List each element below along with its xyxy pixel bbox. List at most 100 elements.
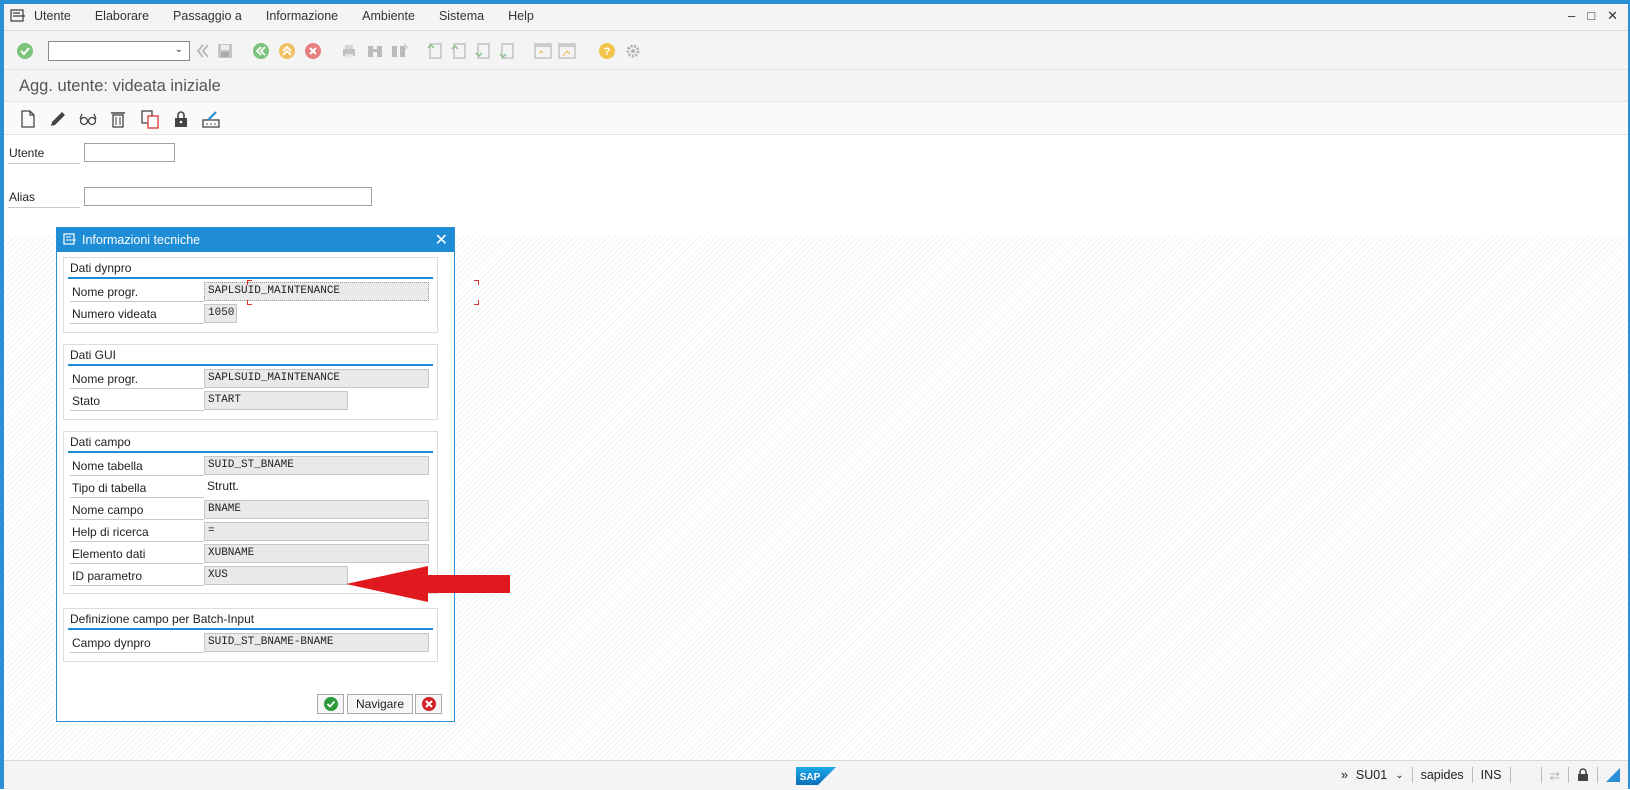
dialog-title: Informazioni tecniche bbox=[82, 233, 201, 247]
user-label-underline bbox=[8, 163, 80, 164]
program-name-value[interactable]: SAPLSUID_MAINTENANCE bbox=[204, 282, 429, 301]
dynpro-field-value[interactable]: SUID_ST_BNAME-BNAME bbox=[204, 633, 429, 652]
group-divider bbox=[68, 277, 433, 279]
shortcut-icon[interactable] bbox=[558, 42, 576, 60]
find-icon bbox=[368, 46, 382, 57]
application-toolbar bbox=[4, 102, 1628, 135]
enter-icon[interactable] bbox=[16, 42, 34, 60]
group-divider bbox=[68, 364, 433, 366]
sap-logo-text: SAP bbox=[800, 772, 821, 783]
status-separator bbox=[1411, 767, 1413, 783]
search-help-value[interactable]: = bbox=[204, 522, 429, 541]
input-mode: INS bbox=[1480, 768, 1502, 782]
chevron-down-icon[interactable]: ⌄ bbox=[1395, 770, 1403, 781]
status-separator bbox=[1540, 767, 1542, 783]
group-title: Dati dynpro bbox=[70, 261, 132, 275]
dialog-menu-icon bbox=[63, 233, 76, 245]
menu-icon[interactable] bbox=[10, 9, 26, 23]
check-icon bbox=[323, 697, 338, 711]
table-type-value: Strutt. bbox=[207, 479, 240, 493]
group-gui: Dati GUI Nome progr. SAPLSUID_MAINTENANC… bbox=[63, 344, 438, 420]
close-icon[interactable]: ✕ bbox=[435, 230, 448, 250]
save-icon bbox=[218, 44, 232, 58]
delete-icon[interactable] bbox=[108, 109, 128, 129]
first-page-icon bbox=[427, 43, 442, 59]
maximize-icon[interactable]: □ bbox=[1587, 8, 1595, 24]
resize-grip-icon[interactable] bbox=[1606, 768, 1620, 782]
settings-icon[interactable] bbox=[624, 42, 642, 60]
expand-status-icon[interactable]: » bbox=[1341, 768, 1348, 782]
lock-icon[interactable] bbox=[171, 109, 191, 129]
data-element-value[interactable]: XUBNAME bbox=[204, 544, 429, 563]
menu-item-ambiente[interactable]: Ambiente bbox=[362, 9, 425, 23]
selection-corner bbox=[247, 300, 252, 305]
transaction-code: SU01 bbox=[1355, 768, 1388, 782]
status-separator bbox=[1568, 767, 1569, 783]
back-arrows-icon bbox=[196, 44, 209, 58]
menu-item-sistema[interactable]: Sistema bbox=[439, 9, 494, 23]
screen-number-value[interactable]: 1050 bbox=[204, 304, 237, 323]
program-name-label: Nome progr. bbox=[70, 282, 204, 302]
screen-number-label: Numero videata bbox=[70, 304, 204, 324]
technical-info-dialog: Informazioni tecniche ✕ Dati dynpro Nome… bbox=[56, 227, 479, 722]
minimize-icon[interactable]: – bbox=[1568, 8, 1575, 24]
menu-item-informazione[interactable]: Informazione bbox=[266, 9, 348, 23]
cancel-icon[interactable] bbox=[304, 42, 322, 60]
parameter-id-value[interactable]: XUS bbox=[204, 566, 348, 585]
print-icon bbox=[343, 45, 355, 58]
status-separator bbox=[1509, 767, 1511, 783]
create-icon[interactable] bbox=[18, 109, 38, 129]
selection-corner bbox=[247, 280, 252, 285]
exit-icon[interactable] bbox=[278, 42, 296, 60]
svg-text:?: ? bbox=[604, 46, 611, 58]
alias-input[interactable] bbox=[84, 187, 372, 206]
new-session-icon[interactable] bbox=[534, 42, 552, 60]
page-title: Agg. utente: videata iniziale bbox=[19, 77, 221, 95]
menu-item-elaborare[interactable]: Elaborare bbox=[95, 9, 159, 23]
display-icon[interactable] bbox=[78, 109, 98, 129]
menu-item-help[interactable]: Help bbox=[508, 9, 544, 23]
status-label: Stato bbox=[70, 391, 204, 411]
field-name-value[interactable]: BNAME bbox=[204, 500, 429, 519]
menu-item-passaggio-a[interactable]: Passaggio a bbox=[173, 9, 252, 23]
command-field[interactable]: ⌄ bbox=[48, 41, 190, 61]
server-name: sapides bbox=[1420, 768, 1464, 782]
gui-program-label: Nome progr. bbox=[70, 369, 204, 389]
menu-item-utente[interactable]: Utente bbox=[34, 9, 81, 23]
form-area bbox=[4, 135, 1628, 235]
standard-toolbar: ⌄ ? bbox=[4, 31, 1628, 70]
red-arrow-annotation bbox=[346, 566, 510, 602]
table-name-label: Nome tabella bbox=[70, 456, 204, 476]
close-icon[interactable]: ✕ bbox=[1607, 8, 1618, 24]
group-dynpro: Dati dynpro Nome progr. SAPLSUID_MAINTEN… bbox=[63, 257, 438, 333]
status-value[interactable]: START bbox=[204, 391, 348, 410]
back-icon[interactable] bbox=[252, 42, 270, 60]
gui-program-value[interactable]: SAPLSUID_MAINTENANCE bbox=[204, 369, 429, 388]
change-icon[interactable] bbox=[48, 109, 68, 129]
table-name-value[interactable]: SUID_ST_BNAME bbox=[204, 456, 429, 475]
alias-label-underline bbox=[8, 207, 80, 208]
chevron-down-icon[interactable]: ⌄ bbox=[175, 44, 183, 55]
field-name-label: Nome campo bbox=[70, 500, 204, 520]
user-input[interactable] bbox=[84, 143, 175, 162]
copy-icon[interactable] bbox=[140, 109, 160, 129]
lock-icon bbox=[1578, 768, 1588, 781]
cancel-button[interactable] bbox=[415, 694, 442, 714]
connection-icon: ⇄ bbox=[1549, 768, 1560, 783]
help-icon[interactable]: ? bbox=[598, 42, 616, 60]
sap-logo: SAP bbox=[796, 767, 836, 785]
selection-corner bbox=[474, 300, 479, 305]
menu-bar: Utente Elaborare Passaggio a Informazion… bbox=[4, 4, 1628, 31]
last-page-icon bbox=[499, 43, 514, 59]
search-help-label: Help di ricerca bbox=[70, 522, 204, 542]
alias-label: Alias bbox=[9, 190, 36, 204]
change-password-icon[interactable] bbox=[201, 109, 221, 129]
data-element-label: Elemento dati bbox=[70, 544, 204, 564]
ok-button[interactable] bbox=[317, 694, 344, 714]
group-divider bbox=[68, 628, 433, 630]
group-batch-input: Definizione campo per Batch-Input Campo … bbox=[63, 608, 438, 662]
status-separator bbox=[1597, 767, 1598, 783]
group-title: Dati GUI bbox=[70, 348, 117, 362]
navigate-button[interactable]: Navigare bbox=[347, 694, 413, 714]
dynpro-field-label: Campo dynpro bbox=[70, 633, 204, 653]
